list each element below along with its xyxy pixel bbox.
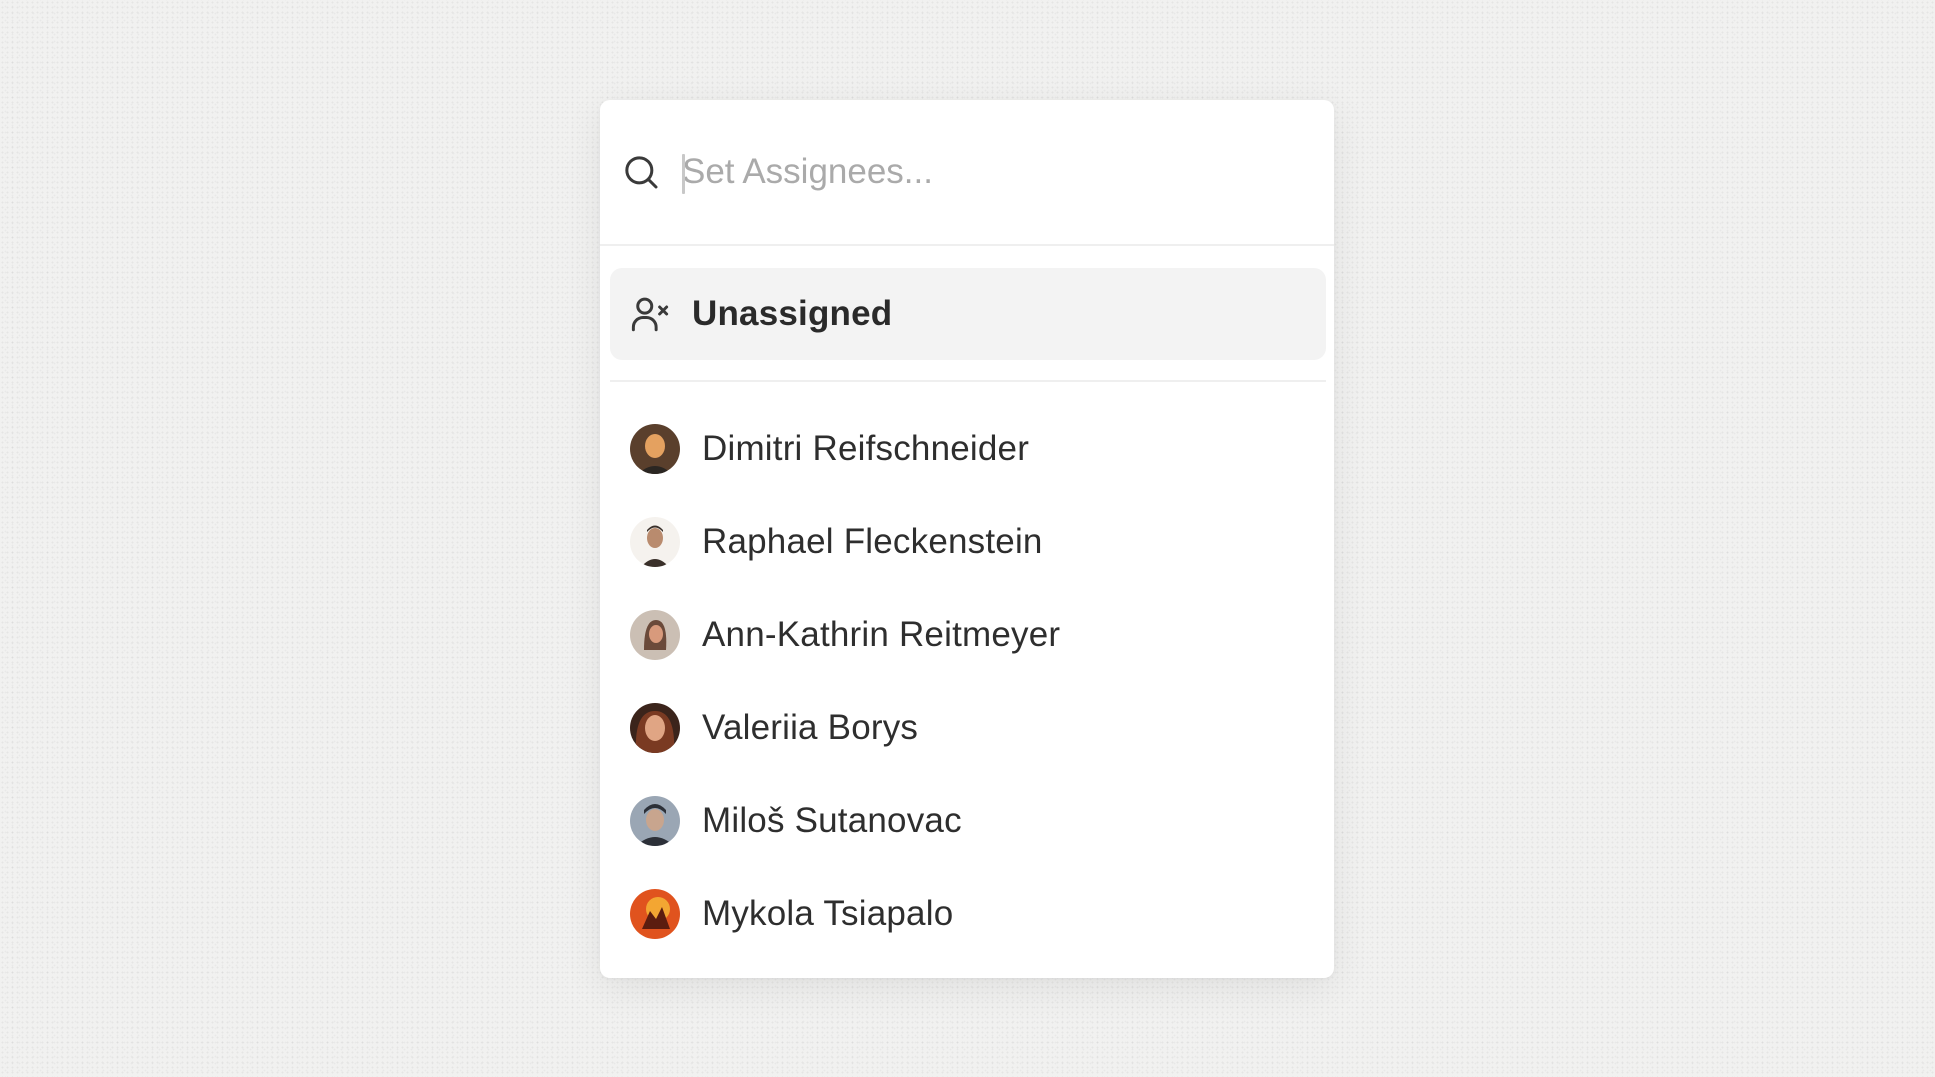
avatar — [630, 702, 680, 753]
avatar — [630, 609, 680, 660]
assignee-name: Mykola Tsiapalo — [702, 893, 954, 933]
assignee-item[interactable]: Valeriia Borys — [600, 681, 1334, 774]
assignee-item[interactable]: Raphael Fleckenstein — [600, 495, 1334, 588]
assignee-item[interactable]: Dimitri Reifschneider — [600, 402, 1334, 495]
assignee-name: Raphael Fleckenstein — [702, 521, 1043, 561]
search-icon — [620, 151, 662, 193]
assignee-name: Miloš Sutanovac — [702, 800, 962, 840]
avatar — [630, 423, 680, 474]
assignee-item[interactable]: Miloš Sutanovac — [600, 774, 1334, 867]
avatar — [630, 888, 680, 939]
assignee-item[interactable]: Mykola Tsiapalo — [600, 867, 1334, 960]
assignee-name: Ann-Kathrin Reitmeyer — [702, 614, 1061, 654]
search-input[interactable] — [682, 152, 1262, 192]
text-cursor — [682, 154, 685, 194]
user-x-icon — [628, 292, 672, 336]
assignee-dropdown: Unassigned Dimitri Reifschneider — [600, 100, 1334, 978]
assignee-item[interactable]: Ann-Kathrin Reitmeyer — [600, 588, 1334, 681]
assignee-list: Dimitri Reifschneider Raphael Fleckenste… — [600, 402, 1334, 960]
divider — [610, 380, 1326, 382]
avatar — [630, 516, 680, 567]
avatar — [630, 795, 680, 846]
search-row — [600, 100, 1334, 246]
unassigned-option[interactable]: Unassigned — [610, 268, 1326, 360]
assignee-name: Dimitri Reifschneider — [702, 428, 1030, 468]
unassigned-label: Unassigned — [692, 294, 893, 333]
assignee-name: Valeriia Borys — [702, 707, 919, 747]
